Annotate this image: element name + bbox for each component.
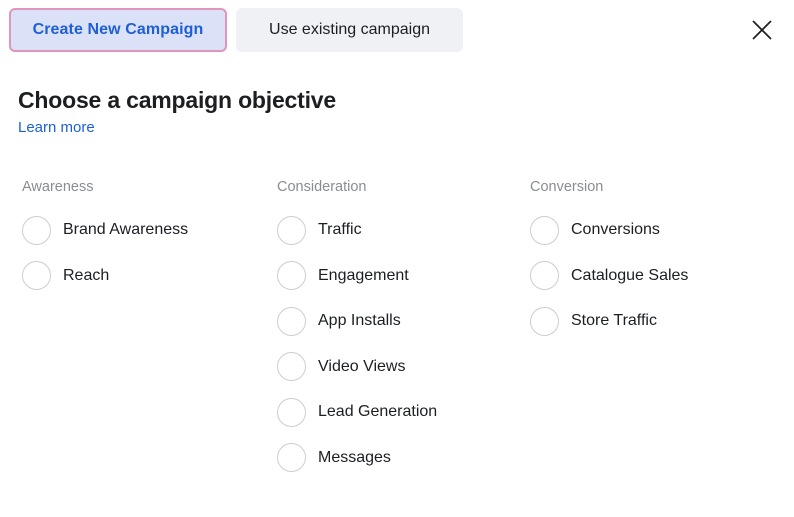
radio-icon[interactable] (530, 306, 559, 336)
objective-option-label: Engagement (318, 266, 409, 284)
objective-option-lead-generation[interactable]: Lead Generation (277, 397, 527, 427)
tab-use-existing-campaign[interactable]: Use existing campaign (236, 8, 463, 52)
radio-icon[interactable] (277, 443, 306, 472)
objective-column-consideration: Consideration Traffic Engagement App Ins… (277, 178, 527, 488)
heading-block: Choose a campaign objective Learn more (18, 86, 336, 138)
objective-option-label: Traffic (318, 221, 362, 238)
objective-option-brand-awareness[interactable]: Brand Awareness (22, 215, 272, 245)
learn-more-link[interactable]: Learn more (18, 118, 95, 138)
objective-option-messages[interactable]: Messages (277, 443, 527, 473)
objective-column-conversion: Conversion Conversions Catalogue Sales S… (530, 178, 780, 352)
tab-create-new-campaign[interactable]: Create New Campaign (9, 8, 227, 52)
objective-option-catalogue-sales[interactable]: Catalogue Sales (530, 261, 780, 291)
objective-option-store-traffic[interactable]: Store Traffic (530, 306, 780, 336)
radio-icon[interactable] (277, 215, 306, 245)
objective-option-label: Messages (318, 448, 391, 466)
column-header-awareness: Awareness (22, 179, 94, 195)
radio-icon[interactable] (277, 397, 306, 427)
campaign-source-tabs: Create New Campaign Use existing campaig… (0, 0, 794, 60)
objective-option-label: Catalogue Sales (571, 266, 689, 284)
radio-icon[interactable] (277, 306, 306, 336)
radio-icon[interactable] (530, 261, 559, 290)
page-title: Choose a campaign objective (18, 87, 336, 113)
column-header-consideration: Consideration (277, 179, 367, 195)
objective-option-label: Brand Awareness (63, 221, 189, 238)
objective-option-label: Lead Generation (318, 403, 438, 420)
objective-option-label: Video Views (318, 357, 406, 375)
objective-option-label: Store Traffic (571, 312, 657, 329)
objective-column-awareness: Awareness Brand Awareness Reach (22, 178, 272, 306)
radio-icon[interactable] (22, 215, 51, 245)
radio-icon[interactable] (277, 352, 306, 381)
objective-option-traffic[interactable]: Traffic (277, 215, 527, 245)
objective-option-app-installs[interactable]: App Installs (277, 306, 527, 336)
objective-option-engagement[interactable]: Engagement (277, 261, 527, 291)
objective-option-label: App Installs (318, 312, 401, 329)
objective-option-label: Conversions (571, 221, 660, 238)
close-icon (751, 19, 773, 41)
objective-option-conversions[interactable]: Conversions (530, 215, 780, 245)
radio-icon[interactable] (22, 261, 51, 290)
objective-option-label: Reach (63, 266, 110, 284)
objective-option-reach[interactable]: Reach (22, 261, 272, 291)
column-header-conversion: Conversion (530, 179, 604, 195)
radio-icon[interactable] (277, 261, 306, 290)
radio-icon[interactable] (530, 215, 559, 245)
objective-option-video-views[interactable]: Video Views (277, 352, 527, 382)
close-button[interactable] (746, 14, 778, 46)
